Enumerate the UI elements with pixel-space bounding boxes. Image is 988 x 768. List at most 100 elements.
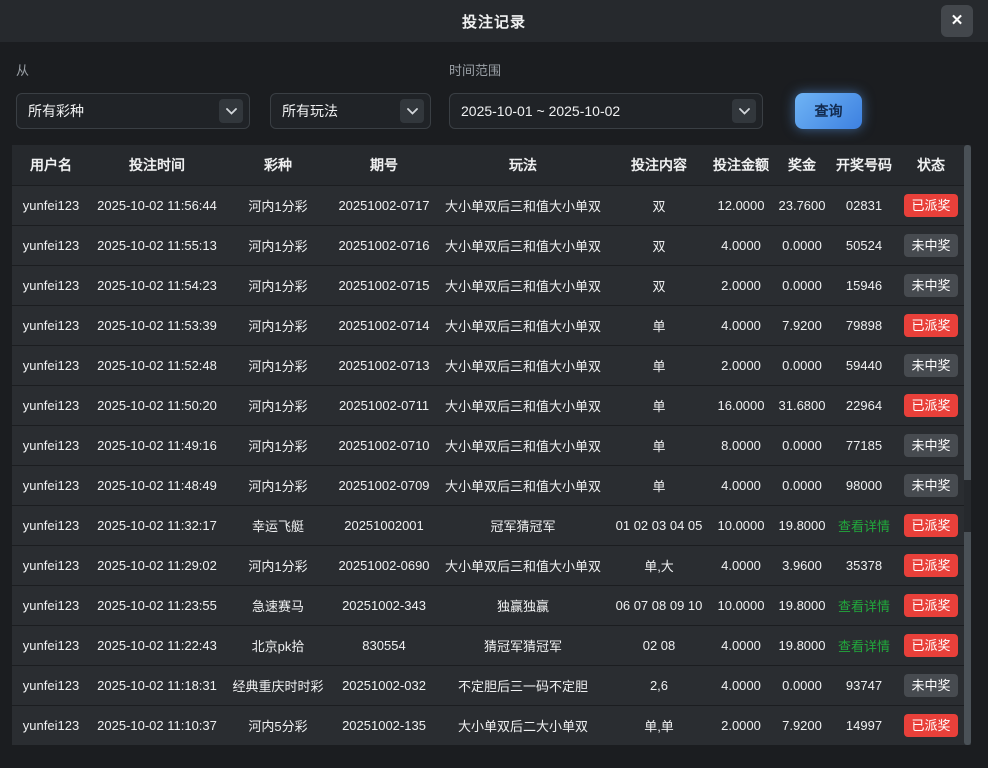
status-badge: 已派奖: [904, 314, 957, 338]
cell-username: yunfei123: [12, 318, 90, 333]
cell-lottery: 河内1分彩: [224, 436, 332, 455]
column-header: 期号: [332, 155, 436, 175]
cell-lottery: 河内1分彩: [224, 236, 332, 255]
cell-amount: 4.0000: [708, 238, 774, 253]
view-details-link[interactable]: 查看详情: [838, 519, 890, 534]
cell-draw-number: 50524: [830, 238, 898, 253]
cell-lottery: 幸运飞艇: [224, 516, 332, 535]
cell-content: 双: [610, 276, 708, 295]
close-button[interactable]: ✕: [941, 5, 973, 37]
cell-issue: 20251002-0710: [332, 438, 436, 453]
cell-play: 大小单双后三和值大小单双: [436, 356, 610, 375]
scrollbar-track[interactable]: [964, 145, 971, 745]
status-badge: 已派奖: [904, 394, 957, 418]
cell-content: 2,6: [610, 678, 708, 693]
table-row: yunfei123 2025-10-02 11:49:16 河内1分彩 2025…: [12, 425, 971, 465]
cell-bet-time: 2025-10-02 11:54:23: [90, 278, 224, 293]
cell-amount: 4.0000: [708, 638, 774, 653]
cell-bet-time: 2025-10-02 11:56:44: [90, 198, 224, 213]
cell-draw-number: 93747: [830, 678, 898, 693]
cell-play: 大小单双后三和值大小单双: [436, 316, 610, 335]
cell-issue: 20251002-135: [332, 718, 436, 733]
cell-amount: 10.0000: [708, 598, 774, 613]
cell-lottery: 经典重庆时时彩: [224, 676, 332, 695]
column-header: 用户名: [12, 155, 90, 175]
cell-lottery: 河内1分彩: [224, 316, 332, 335]
play-type-select[interactable]: 所有玩法: [270, 93, 431, 129]
column-header: 开奖号码: [830, 155, 898, 175]
cell-content: 单: [610, 436, 708, 455]
cell-content: 单: [610, 316, 708, 335]
cell-username: yunfei123: [12, 278, 90, 293]
cell-issue: 20251002-0714: [332, 318, 436, 333]
cell-username: yunfei123: [12, 478, 90, 493]
cell-play: 大小单双后三和值大小单双: [436, 436, 610, 455]
cell-lottery: 河内1分彩: [224, 556, 332, 575]
cell-amount: 4.0000: [708, 478, 774, 493]
cell-status: 已派奖: [898, 314, 964, 338]
cell-content: 单: [610, 396, 708, 415]
cell-bet-time: 2025-10-02 11:53:39: [90, 318, 224, 333]
cell-status: 未中奖: [898, 234, 964, 258]
cell-status: 已派奖: [898, 394, 964, 418]
cell-play: 冠军猜冠军: [436, 516, 610, 535]
table-row: yunfei123 2025-10-02 11:52:48 河内1分彩 2025…: [12, 345, 971, 385]
cell-username: yunfei123: [12, 598, 90, 613]
cell-prize: 0.0000: [774, 358, 830, 373]
time-range-select[interactable]: 2025-10-01 ~ 2025-10-02: [449, 93, 763, 129]
table-row: yunfei123 2025-10-02 11:23:55 急速赛马 20251…: [12, 585, 971, 625]
status-badge: 已派奖: [904, 634, 957, 658]
cell-prize: 19.8000: [774, 598, 830, 613]
cell-issue: 20251002-0690: [332, 558, 436, 573]
cell-status: 未中奖: [898, 434, 964, 458]
query-button[interactable]: 查询: [795, 93, 862, 129]
scrollbar-thumb[interactable]: [964, 480, 971, 532]
cell-issue: 20251002-0717: [332, 198, 436, 213]
cell-draw-number: 02831: [830, 198, 898, 213]
cell-status: 已派奖: [898, 714, 964, 738]
table-body: yunfei123 2025-10-02 11:56:44 河内1分彩 2025…: [12, 185, 971, 745]
column-header: 奖金: [774, 155, 830, 175]
cell-lottery: 河内5分彩: [224, 716, 332, 735]
cell-play: 大小单双后三和值大小单双: [436, 196, 610, 215]
view-details-link[interactable]: 查看详情: [838, 639, 890, 654]
cell-prize: 23.7600: [774, 198, 830, 213]
cell-draw-number: 15946: [830, 278, 898, 293]
cell-amount: 4.0000: [708, 678, 774, 693]
cell-play: 大小单双后三和值大小单双: [436, 236, 610, 255]
table-row: yunfei123 2025-10-02 11:18:31 经典重庆时时彩 20…: [12, 665, 971, 705]
table-row: yunfei123 2025-10-02 11:55:13 河内1分彩 2025…: [12, 225, 971, 265]
column-header: 彩种: [224, 155, 332, 175]
status-badge: 未中奖: [904, 434, 957, 458]
status-badge: 已派奖: [904, 714, 957, 738]
status-badge: 未中奖: [904, 234, 957, 258]
table-row: yunfei123 2025-10-02 11:54:23 河内1分彩 2025…: [12, 265, 971, 305]
cell-prize: 31.6800: [774, 398, 830, 413]
cell-play: 大小单双后三和值大小单双: [436, 396, 610, 415]
cell-bet-time: 2025-10-02 11:48:49: [90, 478, 224, 493]
cell-play: 大小单双后二大小单双: [436, 716, 610, 735]
cell-bet-time: 2025-10-02 11:23:55: [90, 598, 224, 613]
lottery-type-select[interactable]: 所有彩种: [16, 93, 250, 129]
table-row: yunfei123 2025-10-02 11:29:02 河内1分彩 2025…: [12, 545, 971, 585]
cell-username: yunfei123: [12, 438, 90, 453]
cell-content: 双: [610, 236, 708, 255]
cell-draw-number: 59440: [830, 358, 898, 373]
status-badge: 未中奖: [904, 474, 957, 498]
cell-issue: 20251002-343: [332, 598, 436, 613]
cell-content: 06 07 08 09 10: [610, 598, 708, 613]
column-header: 状态: [898, 155, 964, 175]
cell-username: yunfei123: [12, 398, 90, 413]
status-badge: 已派奖: [904, 514, 957, 538]
cell-draw-number: 98000: [830, 478, 898, 493]
cell-bet-time: 2025-10-02 11:22:43: [90, 638, 224, 653]
time-range-label: 时间范围: [449, 60, 501, 79]
view-details-link[interactable]: 查看详情: [838, 599, 890, 614]
cell-lottery: 北京pk拾: [224, 636, 332, 655]
cell-status: 已派奖: [898, 554, 964, 578]
cell-bet-time: 2025-10-02 11:50:20: [90, 398, 224, 413]
cell-status: 未中奖: [898, 674, 964, 698]
cell-prize: 19.8000: [774, 518, 830, 533]
table-row: yunfei123 2025-10-02 11:56:44 河内1分彩 2025…: [12, 185, 971, 225]
cell-prize: 0.0000: [774, 478, 830, 493]
